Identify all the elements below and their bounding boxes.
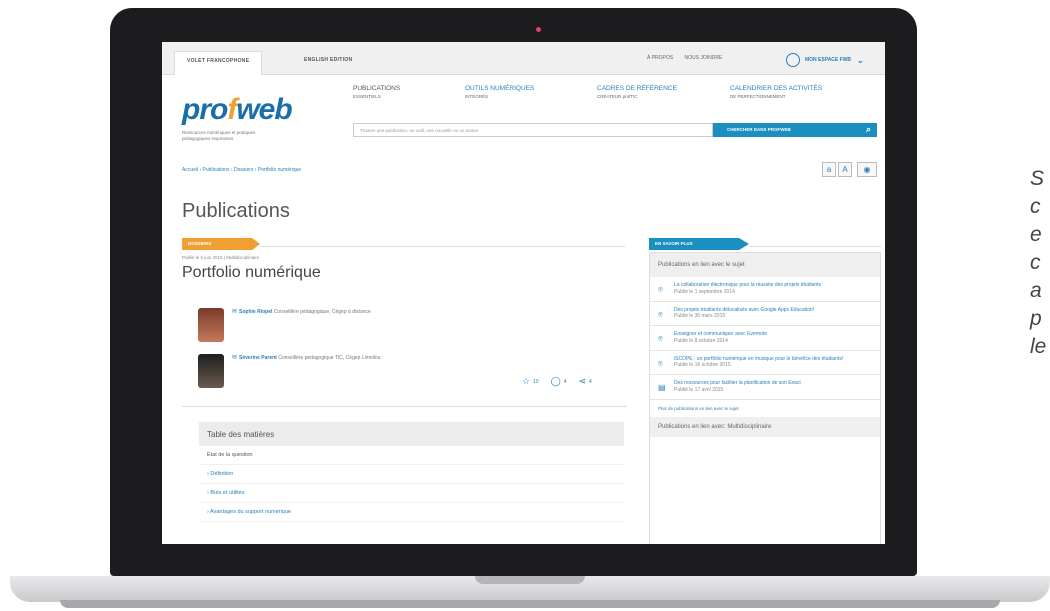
laptop-notch <box>475 576 585 584</box>
logo-tagline: Ressources numériques et pratiques pédag… <box>182 130 256 141</box>
profile-label: MON ESPACE FWB <box>805 57 852 63</box>
list-item[interactable]: ⌾ iSCOPE : un portfolio numérique en musi… <box>650 351 880 375</box>
text-larger-button[interactable]: A <box>838 162 852 177</box>
search-input[interactable]: Trouver une publication, un outil, une n… <box>353 123 713 137</box>
top-links: À PROPOS NOUS JOINDRE <box>647 55 732 61</box>
laptop-foot <box>60 600 1000 608</box>
share-icon: ⋖ <box>578 376 587 386</box>
tab-francophone[interactable]: VOLET FRANCOPHONE <box>174 51 263 75</box>
user-icon <box>786 53 800 67</box>
text-smaller-button[interactable]: a <box>822 162 836 177</box>
thumbs-up-icon: ☆ <box>522 376 531 386</box>
chevron-down-icon: ⌄ <box>857 55 864 65</box>
toc-item[interactable]: › Définition <box>199 465 624 484</box>
divider <box>260 246 625 247</box>
divider <box>749 246 881 247</box>
list-item[interactable]: ⌾ La collaboration électronique pour la r… <box>650 277 880 302</box>
list-item[interactable]: ⌾ Des projets étudiants délocalisés avec … <box>650 302 880 326</box>
like-button[interactable]: ☆ 10 <box>522 376 539 387</box>
article-title: Portfolio numérique <box>182 264 321 281</box>
eye-icon[interactable]: ◉ <box>857 162 877 177</box>
profile-menu[interactable]: MON ESPACE FWB ⌄ <box>786 51 864 69</box>
author-role: Conseillère pédagogique TIC, Cégep Limoi… <box>278 355 381 361</box>
cropped-caption: S c e c a p le <box>1030 167 1047 358</box>
avatar <box>198 308 224 342</box>
breadcrumb[interactable]: Accueil › Publications › Dossiers › Port… <box>182 167 301 173</box>
page-title: Publications <box>182 200 290 222</box>
author-role: Conseillère pédagogique, Cégep à distanc… <box>273 309 371 315</box>
toc-item[interactable]: › Buts et utilités <box>199 484 624 503</box>
nav-outils[interactable]: OUTILS NUMÉRIQUES INTÉGRÉS <box>465 85 534 99</box>
list-item[interactable]: ▤ Des ressources pour faciliter la planif… <box>650 375 880 400</box>
author-name[interactable]: Séverine Parent <box>239 355 277 361</box>
about-link[interactable]: À PROPOS <box>647 55 673 61</box>
contact-link[interactable]: NOUS JOINDRE <box>685 55 723 61</box>
article-icon: ⌾ <box>658 285 663 294</box>
nav-publications[interactable]: PUBLICATIONS ESSENTIELS <box>353 85 400 99</box>
top-bar: VOLET FRANCOPHONE ENGLISH EDITION À PROP… <box>162 42 885 75</box>
comment-icon: ◯ <box>550 376 561 386</box>
search-icon: ⌕ <box>865 124 871 134</box>
search-button[interactable]: CHERCHER DANS PROFWEB ⌕ <box>713 123 877 137</box>
toc-title: Table des matières <box>199 422 624 446</box>
more-link[interactable]: Plus de publications en lien avec le suj… <box>650 400 880 417</box>
tab-english[interactable]: ENGLISH EDITION <box>292 51 364 69</box>
avatar <box>198 354 224 388</box>
mail-icon[interactable]: ✉ <box>232 355 237 361</box>
toc-item[interactable]: › Avantages du support numérique <box>199 503 624 522</box>
share-button[interactable]: ⋖ 4 <box>579 376 592 387</box>
browser-screen: VOLET FRANCOPHONE ENGLISH EDITION À PROP… <box>162 42 885 544</box>
toc-item: État de la question <box>199 446 624 465</box>
comment-button[interactable]: ◯ 4 <box>551 376 567 387</box>
profweb-logo[interactable]: profweb <box>182 93 293 127</box>
nav-cadres[interactable]: CADRES DE RÉFÉRENCE CRÉATEUR profTIC <box>597 85 677 99</box>
article-icon: ⌾ <box>658 334 663 343</box>
author-1: ✉ Sophie Riopel Conseillère pédagogique, … <box>198 308 382 342</box>
related-sidebar: Publications en lien avec le sujet ⌾ La c… <box>649 252 881 544</box>
site-header: profweb Ressources numériques et pratiqu… <box>162 75 885 145</box>
laptop-base <box>10 576 1050 602</box>
article-stats: ☆ 10 ◯ 4 ⋖ 4 <box>522 376 592 387</box>
document-icon: ▤ <box>658 383 666 392</box>
list-item[interactable]: ⌾ Enseigner et communiquer avec Evernote P… <box>650 326 880 351</box>
publish-date: Publié le 5 juin 2015 | Multidisciplinai… <box>182 255 260 260</box>
divider <box>182 406 627 407</box>
camera-icon <box>536 27 541 32</box>
mail-icon[interactable]: ✉ <box>232 309 237 315</box>
author-2: ✉ Séverine Parent Conseillère pédagogique… <box>198 354 382 388</box>
table-of-contents: Table des matières État de la question ›… <box>199 422 624 522</box>
nav-calendrier[interactable]: CALENDRIER DES ACTIVITÉS DE PERFECTIONNEM… <box>730 85 822 99</box>
sidebar-badge: EN SAVOIR PLUS <box>649 238 749 250</box>
text-tools: a A ◉ <box>822 162 877 177</box>
sidebar-title: Publications en lien avec le sujet <box>650 253 880 277</box>
article-icon: ⌾ <box>658 358 663 368</box>
article-icon: ⌾ <box>658 309 663 319</box>
author-name[interactable]: Sophie Riopel <box>239 309 272 315</box>
dossier-badge[interactable]: DOSSIERS <box>182 238 260 250</box>
sidebar-title-2: Publications en lien avec: Multidiscipli… <box>650 416 880 437</box>
